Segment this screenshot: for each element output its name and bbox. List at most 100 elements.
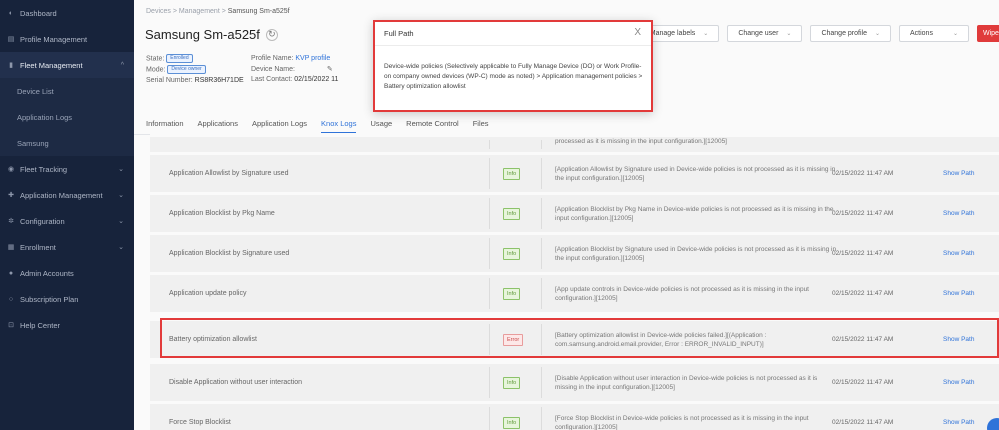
tab-information[interactable]: Information xyxy=(146,119,184,133)
sidebar-item-label: Application Management xyxy=(20,190,103,200)
policy-name: Force Stop Blocklist xyxy=(169,419,231,426)
change-profile-label: Change profile xyxy=(821,30,867,37)
location-icon: ◉ xyxy=(7,166,15,173)
edit-icon[interactable]: ✎ xyxy=(327,66,333,73)
serial-label: Serial Number: xyxy=(146,76,193,84)
sync-icon[interactable]: ↻ xyxy=(265,28,278,41)
device-meta-left: State: Enrolled Mode: Device owner Seria… xyxy=(146,54,244,86)
sidebar-item-application-management[interactable]: ✚ Application Management ⌄ xyxy=(0,182,134,208)
chevron-down-icon: ⌄ xyxy=(118,244,124,251)
column-divider xyxy=(489,198,490,229)
chevron-down-icon: ⌄ xyxy=(118,218,124,225)
table-row: Force Stop Blocklist Info 02/15/2022 11:47… xyxy=(150,401,999,430)
column-divider xyxy=(489,324,490,355)
status-badge: Info xyxy=(503,248,521,260)
policy-name: Application update policy xyxy=(169,290,247,297)
last-contact-value: 02/15/2022 11 xyxy=(294,76,339,83)
change-user-button[interactable]: Change user ⌄ xyxy=(727,25,803,42)
status-badge: Info xyxy=(503,288,521,300)
profile-link[interactable]: KVP profile xyxy=(295,55,330,62)
sidebar-item-device-list[interactable]: Device List xyxy=(0,78,134,104)
sidebar-item-samsung[interactable]: Samsung xyxy=(0,130,134,156)
log-message: [Disable Application without user intera… xyxy=(555,374,818,391)
log-message: processed as it is missing in the input … xyxy=(555,137,727,145)
sidebar-item-label: Subscription Plan xyxy=(20,294,79,304)
sidebar-item-fleet-tracking[interactable]: ◉ Fleet Tracking ⌄ xyxy=(0,156,134,182)
sidebar-item-label: Configuration xyxy=(20,216,65,226)
mode-badge: Device owner xyxy=(167,64,206,74)
tab-usage[interactable]: Usage xyxy=(370,119,392,133)
device-meta-right: Profile Name: KVP profile Device Name: ✎… xyxy=(251,54,338,86)
table-row: processed as it is missing in the input … xyxy=(150,134,999,152)
policy-name: Disable Application without user interac… xyxy=(169,379,303,386)
chevron-down-icon: ⌄ xyxy=(952,31,958,37)
tab-applications[interactable]: Applications xyxy=(198,119,238,133)
table-row: Application update policy Info 02/15/2022 … xyxy=(150,272,999,312)
tab-application-logs[interactable]: Application Logs xyxy=(252,119,307,133)
show-path-link[interactable]: Show Path xyxy=(943,155,974,192)
state-badge: Enrolled xyxy=(166,54,193,63)
column-divider xyxy=(541,324,542,355)
sidebar-item-configuration[interactable]: ✲ Configuration ⌄ xyxy=(0,208,134,234)
sidebar-item-fleet-management[interactable]: ▮ Fleet Management ^ xyxy=(0,52,134,78)
actions-dropdown[interactable]: Actions ⌄ xyxy=(899,25,969,42)
policy-name: Application Blocklist by Pkg Name xyxy=(169,210,275,217)
show-path-link[interactable]: Show Path xyxy=(943,235,974,272)
serial-value: RS8R36H71DE xyxy=(194,76,244,84)
policy-name: Application Allowlist by Signature used xyxy=(169,170,289,177)
app-icon: ✚ xyxy=(8,192,14,199)
change-user-label: Change user xyxy=(738,30,779,37)
admin-icon: ● xyxy=(8,269,14,277)
show-path-link[interactable]: Show Path xyxy=(943,364,974,401)
breadcrumb-item[interactable]: Devices xyxy=(146,8,171,15)
close-icon[interactable]: X xyxy=(634,27,641,38)
tab-knox-logs[interactable]: Knox Logs xyxy=(321,119,357,133)
tab-bar: Information Applications Application Logs K… xyxy=(146,119,489,133)
modal-title: Full Path xyxy=(384,29,414,38)
policy-name: Battery optimization allowlist xyxy=(169,336,257,343)
table-row: Application Blocklist by Pkg Name Info 02/… xyxy=(150,192,999,232)
sidebar-item-label: Admin Accounts xyxy=(20,268,74,278)
manage-labels-label: Manage labels xyxy=(649,30,696,37)
log-message: [Application Blocklist by Pkg Name in De… xyxy=(555,205,834,222)
log-date: 02/15/2022 11:47 AM xyxy=(832,290,894,297)
sidebar-item-label: Fleet Management xyxy=(20,60,83,70)
tab-files[interactable]: Files xyxy=(473,119,489,133)
profile-icon: ▤ xyxy=(7,36,15,43)
device-name-label: Device Name: xyxy=(251,65,295,73)
chevron-down-icon: ⌄ xyxy=(703,31,709,37)
change-profile-button[interactable]: Change profile ⌄ xyxy=(810,25,891,42)
show-path-link[interactable]: Show Path xyxy=(943,195,974,232)
tab-remote-control[interactable]: Remote Control xyxy=(406,119,459,133)
sidebar-item-subscription-plan[interactable]: ○ Subscription Plan xyxy=(0,286,134,312)
show-path-link[interactable]: Show Path xyxy=(943,404,974,430)
sidebar-item-application-logs[interactable]: Application Logs xyxy=(0,104,134,130)
column-divider xyxy=(489,278,490,309)
sidebar-item-profile-management[interactable]: ▤ Profile Management xyxy=(0,26,134,52)
table-row: Application Blocklist by Signature used I… xyxy=(150,232,999,272)
column-divider xyxy=(541,367,542,398)
breadcrumb-item[interactable]: Management xyxy=(179,8,220,15)
log-date: 02/15/2022 11:47 AM xyxy=(832,336,894,343)
wipe-button[interactable]: Wipe xyxy=(977,25,999,42)
breadcrumb-separator: > xyxy=(221,8,226,15)
actions-label: Actions xyxy=(910,30,933,37)
column-divider xyxy=(489,140,490,149)
mode-label: Mode: xyxy=(146,66,166,74)
sidebar-item-help-center[interactable]: ⊡ Help Center xyxy=(0,312,134,338)
chevron-down-icon: ⌄ xyxy=(786,31,792,37)
sidebar-item-label: Enrollment xyxy=(20,242,56,252)
sidebar-item-label: Device List xyxy=(17,86,54,96)
column-divider xyxy=(541,158,542,189)
modal-header: Full Path xyxy=(375,22,651,46)
state-label: State: xyxy=(146,55,165,63)
sidebar-item-admin-accounts[interactable]: ● Admin Accounts xyxy=(0,260,134,286)
show-path-link[interactable]: Show Path xyxy=(943,321,974,358)
page-title: Samsung Sm-a525f ↻ xyxy=(145,27,278,42)
profile-label: Profile Name: xyxy=(251,55,294,62)
show-path-link[interactable]: Show Path xyxy=(943,275,974,312)
log-date: 02/15/2022 11:47 AM xyxy=(832,250,894,257)
sidebar-item-enrollment[interactable]: ▦ Enrollment ⌄ xyxy=(0,234,134,260)
help-icon: ⊡ xyxy=(8,322,14,329)
sidebar-item-dashboard[interactable]: ◐ Dashboard xyxy=(0,0,134,26)
